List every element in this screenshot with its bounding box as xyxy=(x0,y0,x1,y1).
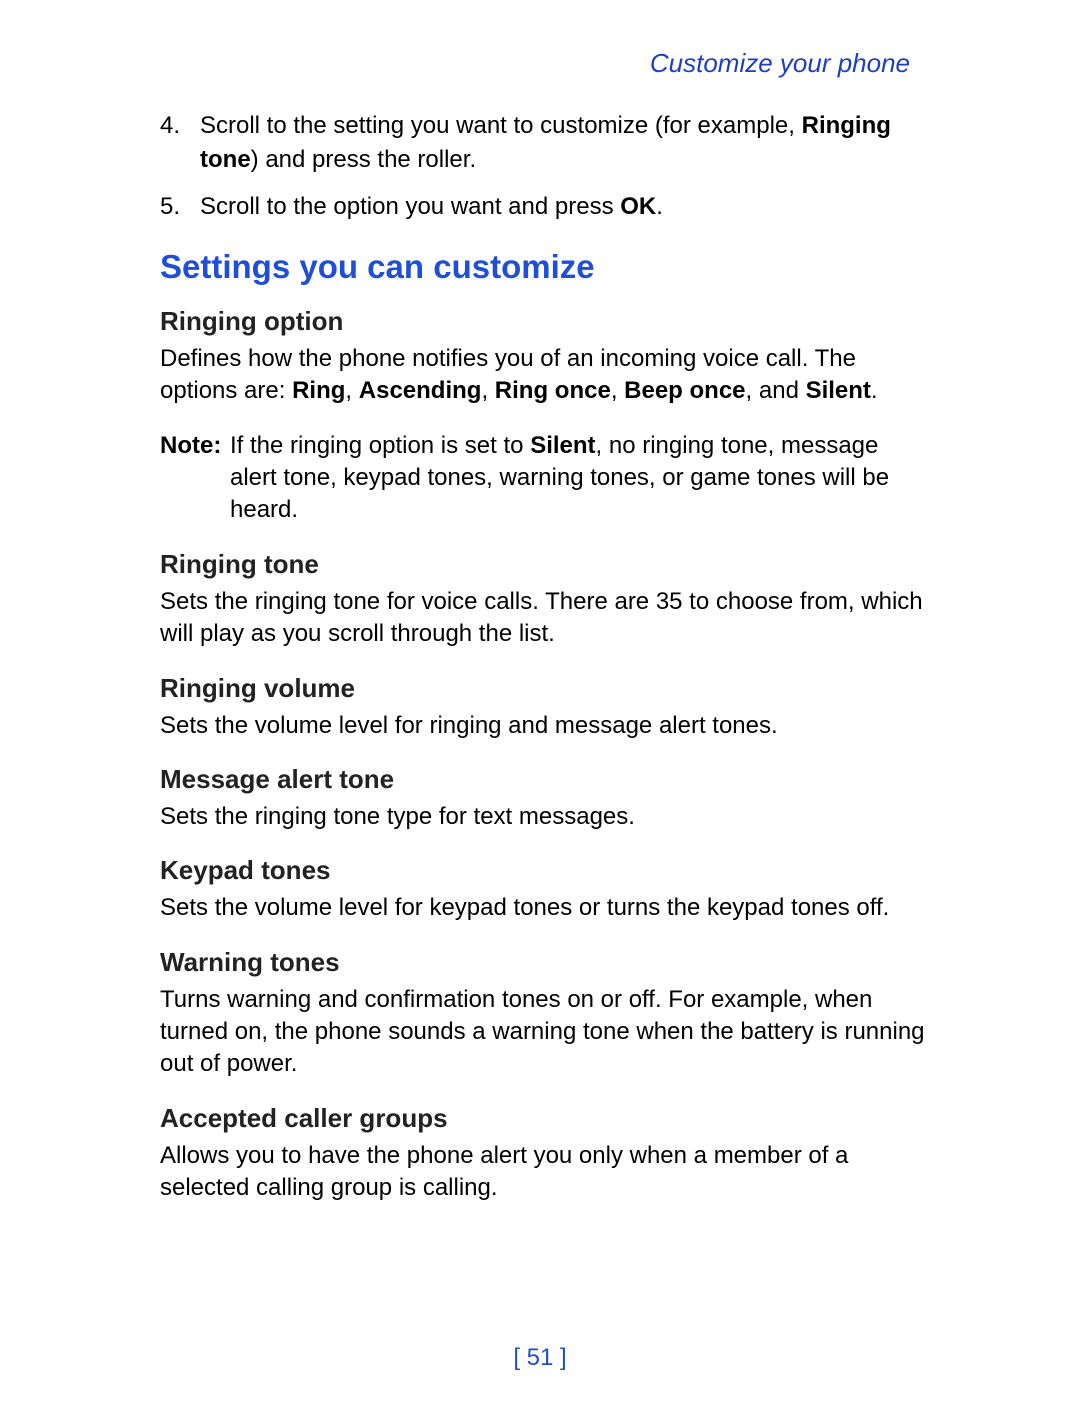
subsection-ringing-volume: Ringing volume Sets the volume level for… xyxy=(160,673,925,742)
subsection-keypad-tones: Keypad tones Sets the volume level for k… xyxy=(160,855,925,924)
ro-sep-0: , xyxy=(345,377,358,404)
sub-heading: Ringing option xyxy=(160,306,925,337)
body-text: Sets the ringing tone for voice calls. T… xyxy=(160,586,925,651)
sub-heading: Ringing volume xyxy=(160,673,925,704)
note-text: If the ringing option is set to Silent, … xyxy=(230,430,925,527)
step-prefix: Scroll to the option you want and press xyxy=(200,193,620,220)
note-bold: Silent xyxy=(530,432,595,459)
subsection-accepted-caller-groups: Accepted caller groups Allows you to hav… xyxy=(160,1103,925,1205)
body-text: Allows you to have the phone alert you o… xyxy=(160,1140,925,1205)
step-text: Scroll to the option you want and press … xyxy=(200,190,925,224)
sub-heading: Ringing tone xyxy=(160,549,925,580)
step-suffix: . xyxy=(656,193,663,220)
ro-sep-1: , xyxy=(481,377,494,404)
ro-and: , and xyxy=(746,377,806,404)
ro-last-opt: Silent xyxy=(806,377,871,404)
body-text: Sets the volume level for keypad tones o… xyxy=(160,892,925,924)
note-prefix: If the ringing option is set to xyxy=(230,432,530,459)
subsection-ringing-tone: Ringing tone Sets the ringing tone for v… xyxy=(160,549,925,651)
step-prefix: Scroll to the setting you want to custom… xyxy=(200,112,802,139)
ro-opt-2: Ring once xyxy=(495,377,611,404)
page-number: [ 51 ] xyxy=(0,1344,1080,1372)
subsection-message-alert-tone: Message alert tone Sets the ringing tone… xyxy=(160,764,925,833)
body-text: Defines how the phone notifies you of an… xyxy=(160,343,925,408)
subsection-warning-tones: Warning tones Turns warning and confirma… xyxy=(160,947,925,1081)
ro-opt-0: Ring xyxy=(292,377,345,404)
sub-heading: Warning tones xyxy=(160,947,925,978)
subsection-ringing-option: Ringing option Defines how the phone not… xyxy=(160,306,925,408)
step-5: 5. Scroll to the option you want and pre… xyxy=(160,190,925,224)
section-heading: Settings you can customize xyxy=(160,248,925,286)
step-number: 4. xyxy=(160,109,200,176)
ro-opt-3: Beep once xyxy=(624,377,745,404)
step-bold: OK xyxy=(620,193,656,220)
ro-opt-1: Ascending xyxy=(359,377,482,404)
sub-heading: Message alert tone xyxy=(160,764,925,795)
ro-period: . xyxy=(871,377,878,404)
step-number: 5. xyxy=(160,190,200,224)
step-text: Scroll to the setting you want to custom… xyxy=(200,109,925,176)
body-text: Sets the volume level for ringing and me… xyxy=(160,710,925,742)
running-header: Customize your phone xyxy=(160,48,910,79)
ro-sep-2: , xyxy=(611,377,624,404)
note-block: Note: If the ringing option is set to Si… xyxy=(160,430,925,527)
step-4: 4. Scroll to the setting you want to cus… xyxy=(160,109,925,176)
sub-heading: Accepted caller groups xyxy=(160,1103,925,1134)
sub-heading: Keypad tones xyxy=(160,855,925,886)
note-label: Note: xyxy=(160,430,230,527)
body-text: Sets the ringing tone type for text mess… xyxy=(160,801,925,833)
numbered-steps: 4. Scroll to the setting you want to cus… xyxy=(160,109,925,224)
step-suffix: ) and press the roller. xyxy=(251,146,476,173)
body-text: Turns warning and confirmation tones on … xyxy=(160,984,925,1081)
